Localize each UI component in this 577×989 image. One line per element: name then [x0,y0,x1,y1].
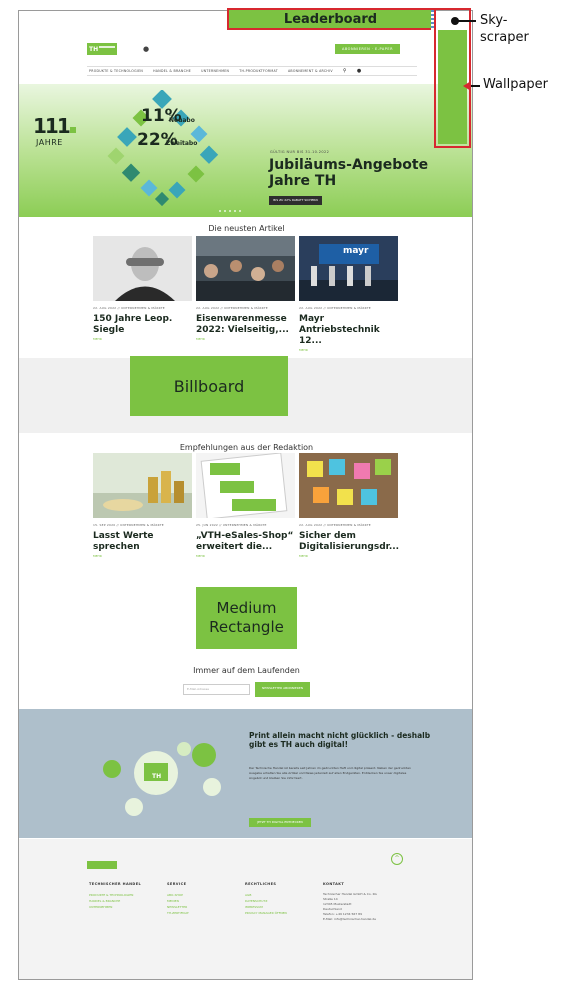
footer-col-contact: KONTAKT Technischer Handel GmbH & Co. KG… [323,882,413,922]
hero-banner[interactable]: 111 JAHRE 11% auf ein Neuabo 22% auf ein Z… [19,84,472,217]
article-meta: 15. SEP 2020 // UNTERNEHMEN & MÄRKTE [93,523,164,527]
read-more-link[interactable]: MEHR [93,554,192,558]
print-title: Print allein macht nicht glücklich - des… [249,731,431,749]
screenshot: TH ● ABONNIEREN · E-PAPER PRODUKTE & TEC… [0,0,577,989]
editorial-cards: 15. SEP 2020 // UNTERNEHMEN & MÄRKTE Las… [93,453,399,558]
anniversary-label: JAHRE [36,138,63,147]
user-icon[interactable]: ● [143,45,149,53]
gears-illustration [103,742,221,816]
article-meta: 25. JUN 2022 // UNTERNEHMEN & MÄRKTE [196,523,267,527]
article-card[interactable]: 22. AUG 2022 // UNTERNEHMEN & MÄRKTE Sic… [299,453,399,558]
article-card[interactable]: mayr 22. AUG 2022 // UNTERNEHMEN & MÄRKT… [299,236,398,352]
skyscraper-label: Sky- scraper [480,13,529,45]
article-meta: 22. AUG 2022 // UNTERNEHMEN & MÄRKTE [299,523,371,527]
skyscraper-pointer-dot [451,17,459,25]
site-footer: ^ TECHNISCHER HANDEL PRODUKTE & TECHNOLO… [19,839,472,979]
logo-text [99,46,115,48]
slider-dot[interactable] [229,210,231,212]
footer-heading: SERVICE [167,882,187,886]
footer-text[interactable]: E-Mail: info@technischer-handel.de [323,917,413,922]
footer-link[interactable]: PRIVACY MANAGER ÖFFNEN [245,910,287,916]
nav-item[interactable]: TH-PRODUKTFORMAT [239,69,278,73]
article-image [196,453,295,518]
footer-col-legal: RECHTLICHES AGB DATENSCHUTZ IMPRESSUM PR… [245,882,287,916]
print-digital-section: TH Print allein macht nicht glücklich - … [19,709,472,838]
hero-title: Jubiläums-Angebote Jahre TH [269,157,429,189]
anniversary-number: 111 [33,114,76,138]
article-card[interactable]: 22. AUG 2022 // UNTERNEHMEN & MÄRKTE Eis… [196,236,295,352]
book-label: TH [152,773,162,780]
article-card[interactable]: 25. JUN 2022 // UNTERNEHMEN & MÄRKTE „VT… [196,453,295,558]
wallpaper-pointer-line [470,85,480,87]
article-title[interactable]: 150 Jahre Leop. Siegle [93,314,192,336]
wallpaper-pointer-head [463,81,471,91]
mayr-sign: mayr [343,246,369,256]
slider-dot[interactable] [224,210,226,212]
slider-dots[interactable] [219,210,241,212]
footer-link[interactable]: TH-ZERTIFIKAT [167,910,189,916]
section-title-newest: Die neusten Artikel [208,224,285,233]
article-card[interactable]: 22. AUG 2022 // UNTERNEHMEN & MÄRKTE 150… [93,236,192,352]
read-more-link[interactable]: MEHR [93,337,192,341]
article-meta: 22. AUG 2022 // UNTERNEHMEN & MÄRKTE [93,306,165,310]
article-meta: 22. AUG 2022 // UNTERNEHMEN & MÄRKTE [299,306,371,310]
article-image: mayr [299,236,398,301]
search-icon[interactable]: ⚲ [343,68,347,74]
article-title[interactable]: Sicher dem Digitalisierungsdr... [299,531,399,553]
read-more-link[interactable]: MEHR [299,348,398,352]
read-more-link[interactable]: MEHR [196,337,295,341]
website-mockup: TH ● ABONNIEREN · E-PAPER PRODUKTE & TEC… [18,10,473,980]
article-card[interactable]: 15. SEP 2020 // UNTERNEHMEN & MÄRKTE Las… [93,453,192,558]
wallpaper-label: Wallpaper [483,77,549,92]
footer-heading: TECHNISCHER HANDEL [89,882,142,886]
billboard-ad: Billboard [130,356,288,416]
footer-col-th: TECHNISCHER HANDEL PRODUKTE & TECHNOLOGI… [89,882,141,910]
footer-heading: RECHTLICHES [245,882,277,886]
footer-link[interactable]: UNTERNEHMEN [89,904,141,910]
article-title[interactable]: Eisenwarenmesse 2022: Vielseitig,... [196,314,295,336]
article-image [93,236,192,301]
medium-rectangle-ad: Medium Rectangle [196,587,297,649]
footer-heading: KONTAKT [323,882,345,886]
newsletter-email-input[interactable]: E-Mail-Adresse [183,684,250,695]
article-image [196,236,295,301]
newsletter-submit-button[interactable]: NEWSLETTER ABONNIEREN [255,682,310,697]
scroll-top-icon[interactable]: ^ [391,853,403,865]
slider-dot[interactable] [234,210,236,212]
hero-kicker: GÜLTIG NUR BIS 31.10.2022 [270,150,330,154]
article-title[interactable]: „VTH-eSales-Shop“ erweitert die... [196,531,295,553]
article-title[interactable]: Lasst Werte sprechen [93,531,192,553]
article-title[interactable]: Mayr Antriebstechnik 12... [299,314,398,347]
print-body: Der Technische Handel ist bereits seit J… [249,766,411,780]
nav-item[interactable]: PRODUKTE & TECHNOLOGIEN [89,69,143,73]
newest-cards: 22. AUG 2022 // UNTERNEHMEN & MÄRKTE 150… [93,236,398,352]
footer-col-service: SERVICE ABO-SHOP MEDIEN NEWSLETTER TH-ZE… [167,882,189,916]
newsletter-title: Immer auf dem Laufenden [193,666,300,675]
discount-1-label: auf ein Neuabo [169,113,195,124]
hero-cta-button[interactable]: BIS ZU 22% RABATT SICHERN [269,196,322,205]
slider-dot[interactable] [219,210,221,212]
site-logo[interactable]: TH [87,43,117,55]
footer-logo[interactable] [87,861,117,869]
read-more-link[interactable]: MEHR [196,554,295,558]
nav-item[interactable]: ABONNEMENT & ARCHIV [288,69,333,73]
read-more-link[interactable]: MEHR [299,554,398,558]
slider-dot[interactable] [239,210,241,212]
subscribe-button[interactable]: ABONNIEREN · E-PAPER [335,44,400,54]
article-image [93,453,192,518]
account-icon[interactable]: ● [357,68,362,74]
discount-2-label: auf ein Zweitabo [166,136,198,147]
digital-cta-button[interactable]: JETZT TH DIGITAL ENTDECKEN [249,818,311,827]
site-header: TH ● ABONNIEREN · E-PAPER [19,35,472,65]
section-title-editorial: Empfehlungen aus der Redaktion [179,443,314,452]
main-nav: PRODUKTE & TECHNOLOGIEN HANDEL & BRANCHE… [87,66,417,76]
article-meta: 22. AUG 2022 // UNTERNEHMEN & MÄRKTE [196,306,268,310]
logo-mark: TH [89,45,99,53]
article-image [299,453,398,518]
nav-item[interactable]: UNTERNEHMEN [201,69,229,73]
leaderboard-ad: Leaderboard [227,8,434,30]
nav-item[interactable]: HANDEL & BRANCHE [153,69,191,73]
